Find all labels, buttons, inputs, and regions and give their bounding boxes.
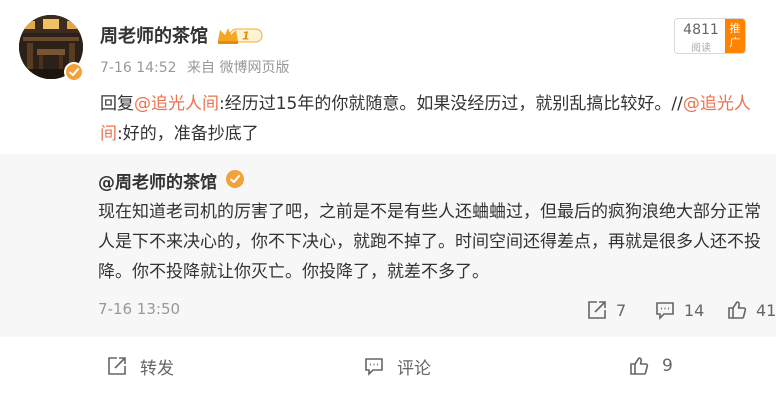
author-name[interactable]: 周老师的茶馆: [100, 22, 208, 48]
reply-prefix: 回复: [100, 94, 134, 114]
read-label: 阅读: [691, 43, 711, 54]
read-count: 4811: [683, 22, 719, 38]
original-text: 现在知道老司机的厉害了吧，之前是不是有些人还蛐蛐过，但最后的疯狗浪绝大部分正常人…: [98, 202, 761, 282]
original-author[interactable]: @周老师的茶馆: [98, 168, 217, 193]
original-repost-button[interactable]: 7: [586, 298, 626, 322]
post-text: 回复@追光人间:经历过15年的你就随意。如果没经历过，就别乱搞比较好。//@追光…: [100, 89, 770, 149]
comment-label: 评论: [397, 358, 431, 379]
like-button[interactable]: 9: [628, 353, 673, 379]
verified-badge-icon: [64, 62, 84, 82]
repost-icon: [588, 301, 606, 319]
original-repost-count: 7: [616, 300, 627, 320]
vip-level: 1: [242, 30, 250, 43]
read-count-box: 4811 阅读 推广: [674, 18, 746, 54]
original-comment-button[interactable]: 14: [654, 298, 704, 322]
repost-icon: [108, 357, 126, 375]
thumbs-up-icon: [728, 301, 747, 319]
original-like-count: 41: [756, 300, 776, 320]
original-time[interactable]: 7-16 13:50: [98, 300, 180, 318]
mention-link[interactable]: @追光人间: [134, 94, 219, 114]
comment-icon: [656, 302, 674, 320]
repost-button[interactable]: 转发: [106, 353, 174, 379]
thumbs-up-icon: [630, 357, 649, 375]
repost-label: 转发: [140, 358, 174, 379]
comment-icon: [365, 358, 383, 376]
comment-button[interactable]: 评论: [363, 353, 431, 379]
repost-quote: @周老师的茶馆 现在知道老司机的厉害了吧，之前是不是有些人还蛐蛐过，但最后的疯狗…: [0, 154, 776, 337]
promote-button[interactable]: 推广: [725, 19, 745, 53]
original-comment-count: 14: [684, 300, 705, 320]
post-source: 来自 微博网页版: [187, 60, 290, 76]
verified-badge-icon: [226, 170, 244, 188]
original-like-button[interactable]: 41: [726, 298, 776, 322]
vip-crown-icon[interactable]: 1: [216, 25, 264, 45]
like-count: 9: [662, 356, 673, 376]
post-meta: 7-16 14:52 来自 微博网页版: [100, 57, 295, 77]
post-time[interactable]: 7-16 14:52: [100, 60, 177, 76]
post-text-part: :经历过15年的你就随意。如果没经历过，就别乱搞比较好。//: [219, 94, 683, 114]
post-text-part: :好的，准备抄底了: [117, 124, 259, 144]
